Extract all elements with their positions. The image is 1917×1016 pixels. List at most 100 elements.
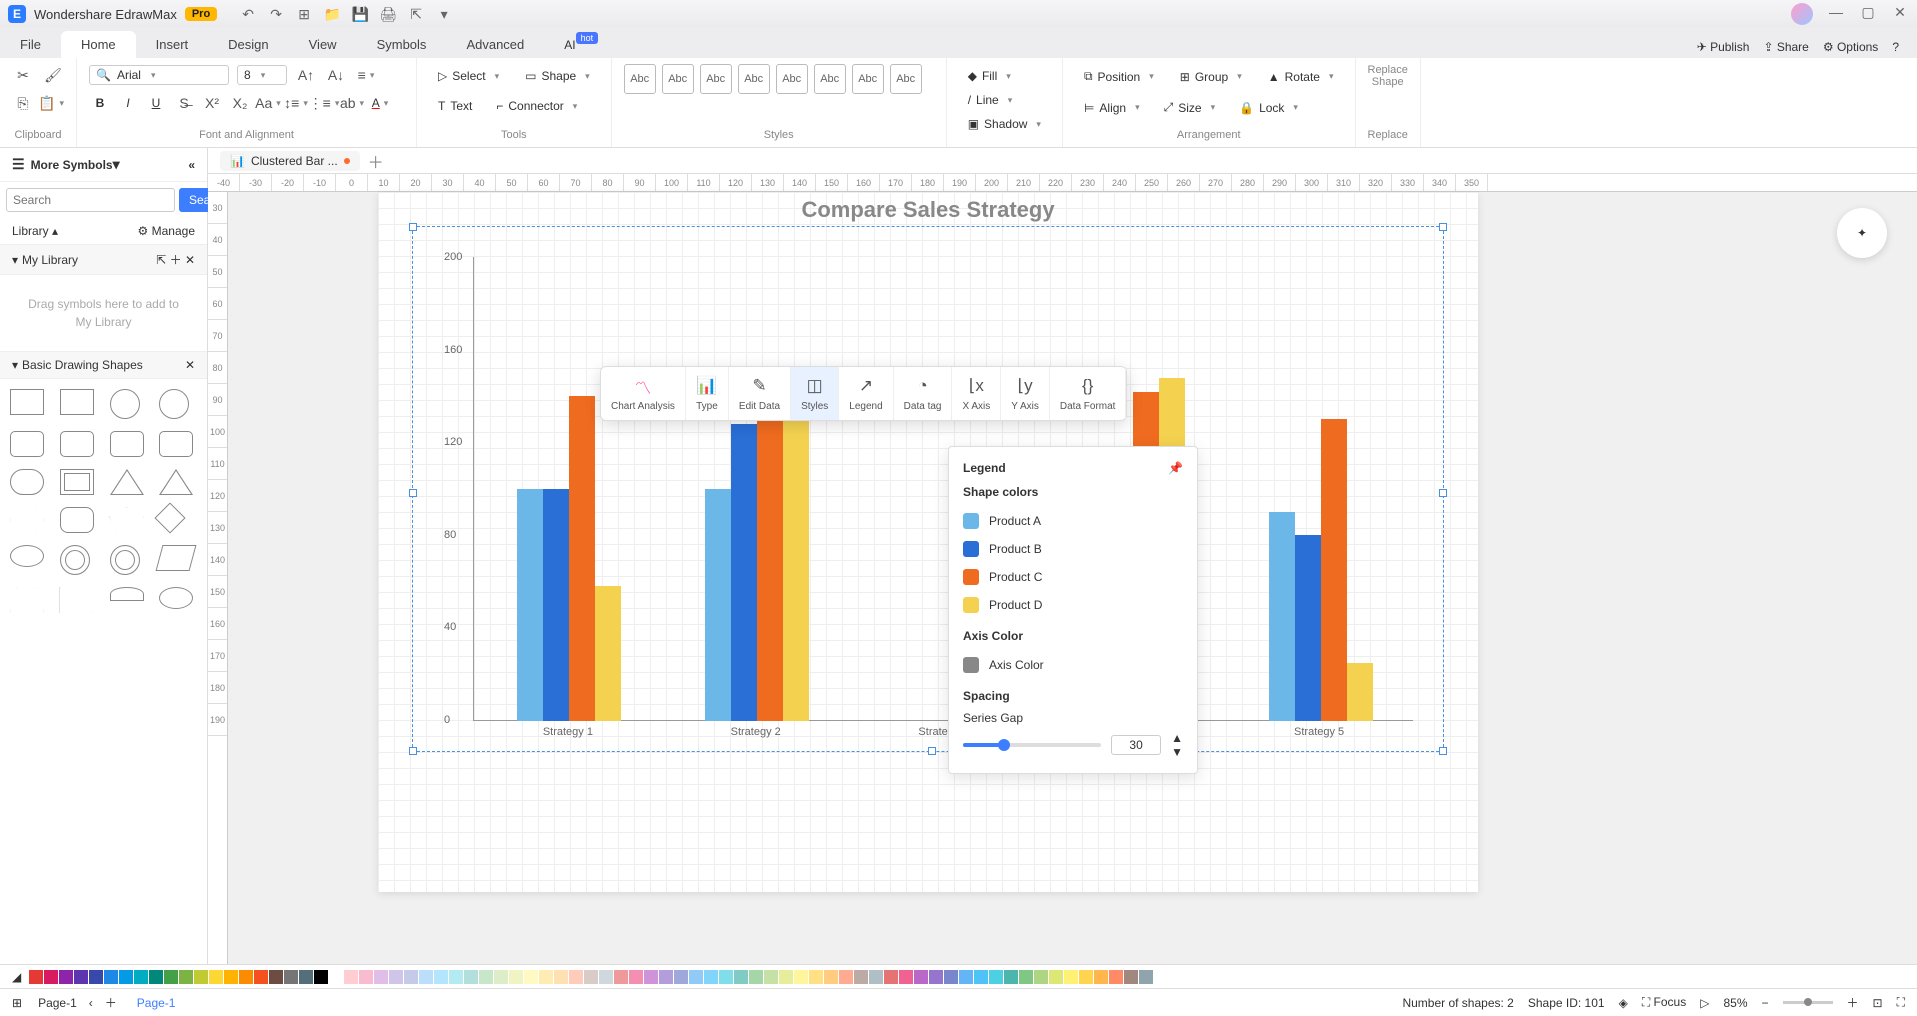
style-preset[interactable]: Abc — [662, 64, 694, 94]
color-swatch[interactable] — [1079, 970, 1093, 984]
color-swatch[interactable] — [29, 970, 43, 984]
x-axis-button[interactable]: ⌊xX Axis — [952, 367, 1001, 420]
bar[interactable] — [543, 489, 569, 721]
bar[interactable] — [1347, 663, 1373, 721]
shape-oct[interactable] — [60, 507, 94, 533]
save-icon[interactable]: 💾 — [351, 5, 369, 23]
align-button[interactable]: ⊨ Align — [1075, 96, 1149, 120]
shape-rect2[interactable] — [60, 389, 94, 415]
color-swatch[interactable] — [434, 970, 448, 984]
bar[interactable] — [1295, 535, 1321, 721]
color-swatch[interactable] — [164, 970, 178, 984]
axis-color-row[interactable]: Axis Color — [963, 651, 1183, 679]
style-preset[interactable]: Abc — [700, 64, 732, 94]
pin-icon[interactable]: 📌 — [1168, 461, 1183, 475]
shape-rtri[interactable] — [60, 587, 94, 613]
color-swatch[interactable] — [839, 970, 853, 984]
canvas[interactable]: 📊 Clustered Bar ... ＋ -40-30-20-10010203… — [208, 148, 1917, 964]
color-swatch[interactable] — [764, 970, 778, 984]
layout-icon[interactable]: ⊞ — [12, 996, 22, 1010]
color-swatch[interactable] — [104, 970, 118, 984]
shape-ellipse2[interactable] — [159, 587, 193, 609]
menu-view[interactable]: View — [289, 31, 357, 58]
file-tab[interactable]: 📊 Clustered Bar ... — [220, 151, 360, 171]
fill-picker-icon[interactable]: ◢ — [12, 970, 21, 984]
color-swatch[interactable] — [689, 970, 703, 984]
bar[interactable] — [1321, 419, 1347, 721]
connector-tool[interactable]: ⌐ Connector — [487, 94, 586, 118]
lock-button[interactable]: 🔒 Lock — [1230, 96, 1307, 120]
prev-page-icon[interactable]: ‹ — [89, 996, 93, 1010]
color-swatch[interactable] — [569, 970, 583, 984]
align-icon[interactable]: ≡ — [355, 64, 377, 86]
color-swatch[interactable] — [194, 970, 208, 984]
avatar[interactable] — [1791, 3, 1813, 25]
superscript-icon[interactable]: X² — [201, 92, 223, 114]
color-swatch[interactable] — [1124, 970, 1138, 984]
group-button[interactable]: ⊞ Group — [1171, 65, 1251, 89]
page-tab[interactable]: Page-1 — [129, 994, 184, 1012]
new-icon[interactable]: ⊞ — [295, 5, 313, 23]
close-icon[interactable]: ✕ — [1891, 3, 1909, 21]
color-swatch[interactable] — [74, 970, 88, 984]
fullscreen-icon[interactable]: ⛶ — [1897, 995, 1905, 1010]
data-tag-button[interactable]: ◔Data tag — [894, 367, 953, 420]
fill-button[interactable]: ◆ Fill — [959, 64, 1020, 88]
series-gap-input[interactable] — [1111, 735, 1161, 755]
bar[interactable] — [595, 586, 621, 721]
shape-frame[interactable] — [60, 469, 94, 495]
chart-analysis-button[interactable]: 〽Chart Analysis — [601, 367, 686, 420]
redo-icon[interactable]: ↷ — [267, 5, 285, 23]
legend-row-b[interactable]: Product B — [963, 535, 1183, 563]
color-swatch[interactable] — [119, 970, 133, 984]
bar[interactable] — [757, 401, 783, 721]
color-swatch[interactable] — [479, 970, 493, 984]
decrease-font-icon[interactable]: A↓ — [325, 64, 347, 86]
color-swatch[interactable] — [809, 970, 823, 984]
bar[interactable] — [783, 378, 809, 721]
shape-hex[interactable] — [10, 507, 44, 533]
text-tool[interactable]: T Text — [429, 94, 481, 118]
color-swatch[interactable] — [224, 970, 238, 984]
shape-half[interactable] — [110, 587, 144, 601]
shape-circle2[interactable] — [159, 389, 189, 419]
color-swatch[interactable] — [524, 970, 538, 984]
color-swatch[interactable] — [734, 970, 748, 984]
highlight-icon[interactable]: ab — [341, 92, 363, 114]
color-swatch[interactable] — [509, 970, 523, 984]
shape-ring2[interactable] — [110, 545, 140, 575]
strike-icon[interactable]: S̶ — [173, 92, 195, 114]
legend-row-a[interactable]: Product A — [963, 507, 1183, 535]
bar[interactable] — [705, 489, 731, 721]
zoom-out-icon[interactable]: − — [1762, 996, 1769, 1010]
maximize-icon[interactable]: ▢ — [1859, 3, 1877, 21]
menu-ai[interactable]: AIhot — [544, 31, 618, 58]
format-painter-icon[interactable]: 🖌 — [42, 64, 64, 86]
page[interactable]: Compare Sales Strategy 04080120160200Str… — [378, 192, 1478, 892]
color-swatch[interactable] — [254, 970, 268, 984]
shape-roundrect4[interactable] — [159, 431, 193, 457]
subscript-icon[interactable]: X₂ — [229, 92, 251, 114]
edit-data-button[interactable]: ✎Edit Data — [729, 367, 791, 420]
legend-row-c[interactable]: Product C — [963, 563, 1183, 591]
color-swatch[interactable] — [284, 970, 298, 984]
color-swatch[interactable] — [854, 970, 868, 984]
color-swatch[interactable] — [959, 970, 973, 984]
color-swatch[interactable] — [869, 970, 883, 984]
color-swatch[interactable] — [374, 970, 388, 984]
manage-button[interactable]: ⚙ Manage — [138, 224, 195, 238]
color-swatch[interactable] — [1094, 970, 1108, 984]
shape-pent[interactable] — [110, 507, 144, 533]
color-swatch[interactable] — [599, 970, 613, 984]
color-swatch[interactable] — [419, 970, 433, 984]
legend-row-d[interactable]: Product D — [963, 591, 1183, 619]
bar[interactable] — [731, 424, 757, 721]
style-preset[interactable]: Abc — [776, 64, 808, 94]
font-size-combo[interactable]: 8 — [237, 65, 287, 85]
color-swatch[interactable] — [659, 970, 673, 984]
options-button[interactable]: ⚙ Options — [1823, 40, 1878, 54]
add-page-icon[interactable]: ＋ — [105, 994, 117, 1011]
color-swatch[interactable] — [494, 970, 508, 984]
color-swatch[interactable] — [1109, 970, 1123, 984]
replace-shape-button[interactable]: Replace Shape — [1368, 64, 1408, 88]
